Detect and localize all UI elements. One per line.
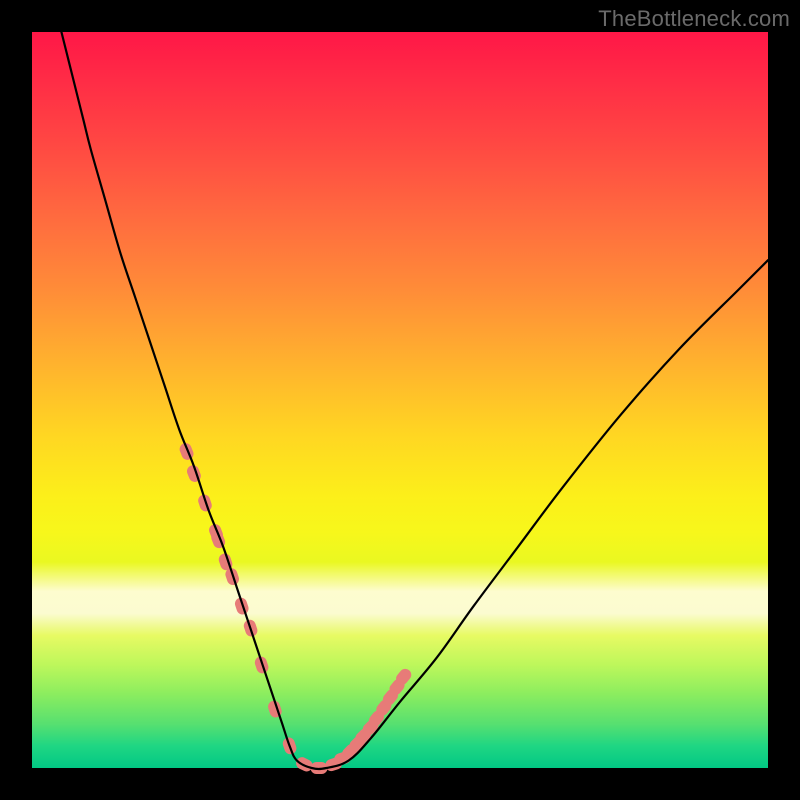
bottleneck-curve bbox=[61, 32, 768, 769]
curve-layer bbox=[32, 32, 768, 768]
chart-frame: TheBottleneck.com bbox=[0, 0, 800, 800]
plot-area bbox=[32, 32, 768, 768]
highlight-marker bbox=[178, 441, 195, 461]
watermark-text: TheBottleneck.com bbox=[598, 6, 790, 32]
highlight-marker-group bbox=[178, 441, 414, 774]
